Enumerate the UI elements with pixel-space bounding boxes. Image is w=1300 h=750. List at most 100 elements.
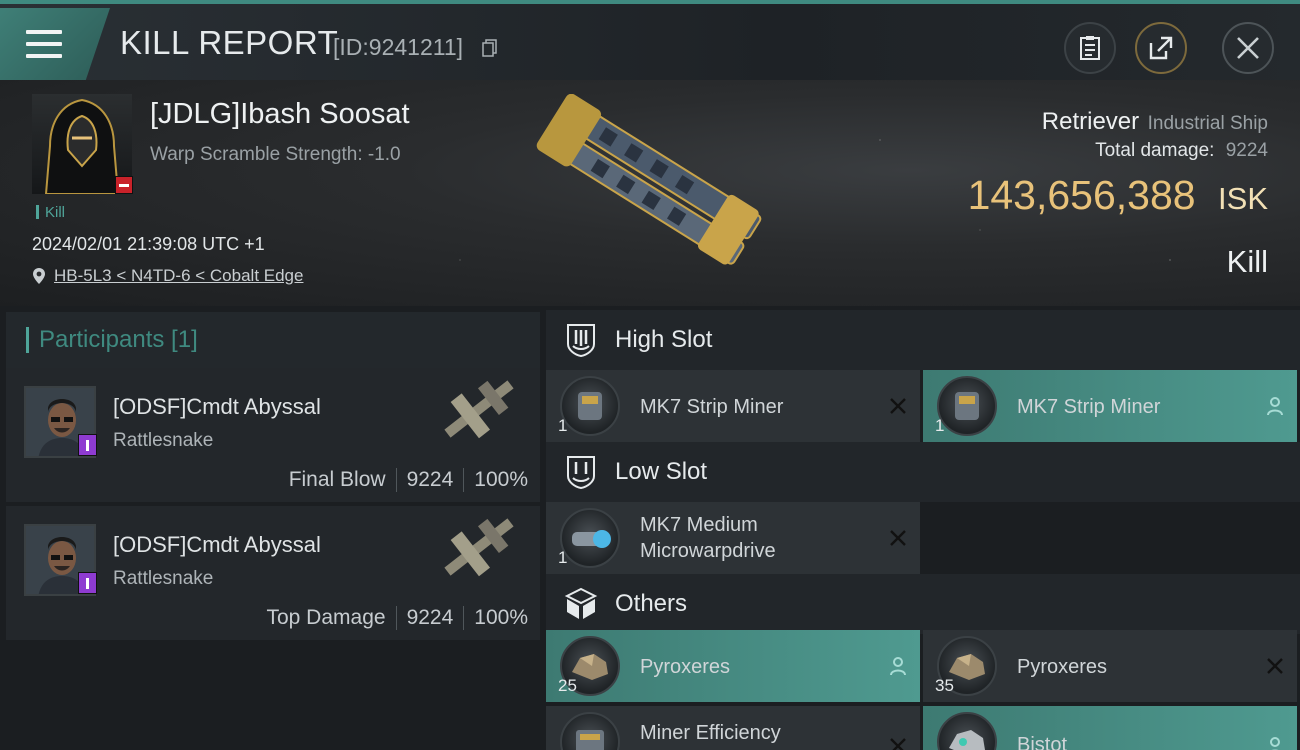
map-pin-icon xyxy=(33,268,45,284)
warp-scramble-strength: Warp Scramble Strength: -1.0 xyxy=(150,144,401,165)
microwarpdrive-icon xyxy=(560,508,620,568)
item-quantity: 1 xyxy=(935,416,945,435)
item-quantity: 25 xyxy=(558,676,577,695)
participant-name[interactable]: [ODSF]Cmdt Abyssal xyxy=(113,394,321,420)
item-name: Miner Efficiency xyxy=(640,722,781,744)
participant-ship: Rattlesnake xyxy=(113,568,214,589)
item-name-line-1: MK7 Medium xyxy=(640,514,758,536)
fitting-panel: High Slot 1 MK7 Strip Miner 1 MK7 Strip … xyxy=(543,306,1300,750)
ore-icon xyxy=(937,712,997,750)
participants-header[interactable]: Participants [1] xyxy=(6,312,540,368)
participant-badge xyxy=(78,572,97,594)
victim-ship-line: Retriever Industrial Ship xyxy=(1042,108,1268,136)
kill-location[interactable]: HB-5L3 < N4TD-6 < Cobalt Edge xyxy=(32,266,303,286)
item-name: MK7 Medium Microwarpdrive xyxy=(640,512,776,564)
victim-ship-name[interactable]: Retriever xyxy=(1042,108,1139,135)
cargo-item[interactable]: Miner Efficiency xyxy=(546,706,920,750)
total-damage: Total damage: 9224 xyxy=(1095,140,1268,162)
stats-divider xyxy=(463,606,465,630)
cube-icon xyxy=(564,587,598,619)
participant-row[interactable]: [ODSF]Cmdt Abyssal Rattlesnake Top Damag… xyxy=(6,506,540,640)
kill-result: Kill xyxy=(1226,244,1268,279)
strip-miner-icon xyxy=(560,376,620,436)
participant-damage: 9224 xyxy=(406,468,454,491)
participant-percent: 100% xyxy=(474,468,528,491)
participant-ship: Rattlesnake xyxy=(113,430,214,451)
report-id: [ID:9241211] xyxy=(333,34,464,60)
x-mark-icon xyxy=(890,530,906,546)
item-name: Pyroxeres xyxy=(1017,656,1108,678)
menu-button[interactable] xyxy=(0,8,110,80)
high-slot-header: High Slot xyxy=(546,310,1300,370)
standing-badge xyxy=(115,176,133,194)
item-name: Bistot xyxy=(1017,734,1068,750)
x-mark-icon xyxy=(890,398,906,414)
participants-panel: Participants [1] [ODSF]Cmdt Abyssal Ratt… xyxy=(0,306,543,750)
miner-efficiency-icon xyxy=(560,712,620,750)
report-button[interactable] xyxy=(1064,22,1116,74)
participant-row[interactable]: [ODSF]Cmdt Abyssal Rattlesnake Final Blo… xyxy=(6,368,540,502)
x-mark-icon xyxy=(1267,658,1283,674)
item-name: Pyroxeres xyxy=(640,656,731,678)
close-button[interactable] xyxy=(1222,22,1274,74)
total-damage-value: 9224 xyxy=(1225,140,1268,161)
high-slot-title: High Slot xyxy=(615,326,713,353)
item-name-line-2: Microwarpdrive xyxy=(640,540,776,562)
participant-stats: Final Blow 9224 100% xyxy=(289,468,528,492)
x-mark-icon xyxy=(890,738,906,750)
item-quantity: 1 xyxy=(558,416,568,435)
total-damage-label: Total damage: xyxy=(1095,140,1215,161)
module-item[interactable]: 1 MK7 Strip Miner xyxy=(546,370,920,442)
kill-tag: Kill xyxy=(36,204,65,221)
person-icon xyxy=(890,657,906,676)
participant-stats: Top Damage 9224 100% xyxy=(266,606,528,630)
title-bar: KILL REPORT [ID:9241211] xyxy=(0,0,1300,80)
cargo-item[interactable]: 25 Pyroxeres xyxy=(546,630,920,702)
share-button[interactable] xyxy=(1135,22,1187,74)
participants-title: Participants [1] xyxy=(39,326,198,353)
participant-role: Top Damage xyxy=(266,606,386,629)
page-title: KILL REPORT xyxy=(120,24,339,61)
item-name: MK7 Strip Miner xyxy=(640,396,784,418)
participant-ship-image[interactable] xyxy=(431,512,526,582)
stats-divider xyxy=(463,468,465,492)
person-icon xyxy=(1270,737,1280,750)
isk-value-line: 143,656,388 ISK xyxy=(968,172,1268,219)
victim-ship-class: Industrial Ship xyxy=(1147,113,1268,134)
module-item[interactable]: 1 MK7 Medium Microwarpdrive xyxy=(546,502,920,574)
module-item[interactable]: 1 MK7 Strip Miner xyxy=(923,370,1297,442)
low-slot-title: Low Slot xyxy=(615,458,708,485)
close-icon xyxy=(1237,37,1259,59)
participant-ship-image[interactable] xyxy=(431,374,526,444)
low-slot-header: Low Slot xyxy=(546,442,1300,502)
share-icon xyxy=(1149,36,1173,60)
copy-icon[interactable] xyxy=(482,39,498,57)
high-slot-shield-icon xyxy=(567,324,595,358)
isk-unit: ISK xyxy=(1218,181,1268,216)
others-title: Others xyxy=(615,590,688,617)
person-icon xyxy=(1267,397,1283,416)
item-quantity: 35 xyxy=(935,676,954,695)
low-slot-shield-icon xyxy=(567,456,595,490)
cargo-item[interactable]: 35 Pyroxeres xyxy=(923,630,1297,702)
participant-role: Final Blow xyxy=(288,468,386,491)
participant-badge xyxy=(78,434,97,456)
strip-miner-icon xyxy=(937,376,997,436)
stats-divider xyxy=(395,606,397,630)
item-name: MK7 Strip Miner xyxy=(1017,396,1161,418)
location-link[interactable]: HB-5L3 < N4TD-6 < Cobalt Edge xyxy=(54,266,303,286)
victim-banner: [JDLG]Ibash Soosat Warp Scramble Strengt… xyxy=(0,80,1300,306)
clipboard-icon xyxy=(1080,36,1100,60)
item-quantity: 1 xyxy=(558,548,568,567)
kill-datetime: 2024/02/01 21:39:08 UTC +1 xyxy=(32,234,265,254)
hamburger-menu-icon xyxy=(26,30,62,58)
isk-value: 143,656,388 xyxy=(967,172,1196,218)
cargo-item[interactable]: Bistot xyxy=(923,706,1297,750)
participant-percent: 100% xyxy=(474,606,528,629)
others-header: Others xyxy=(546,574,1300,634)
participant-name[interactable]: [ODSF]Cmdt Abyssal xyxy=(113,532,321,558)
victim-ship-image[interactable] xyxy=(520,94,780,284)
participant-damage: 9224 xyxy=(406,606,454,629)
stats-divider xyxy=(395,468,397,492)
victim-name[interactable]: [JDLG]Ibash Soosat xyxy=(150,98,410,131)
